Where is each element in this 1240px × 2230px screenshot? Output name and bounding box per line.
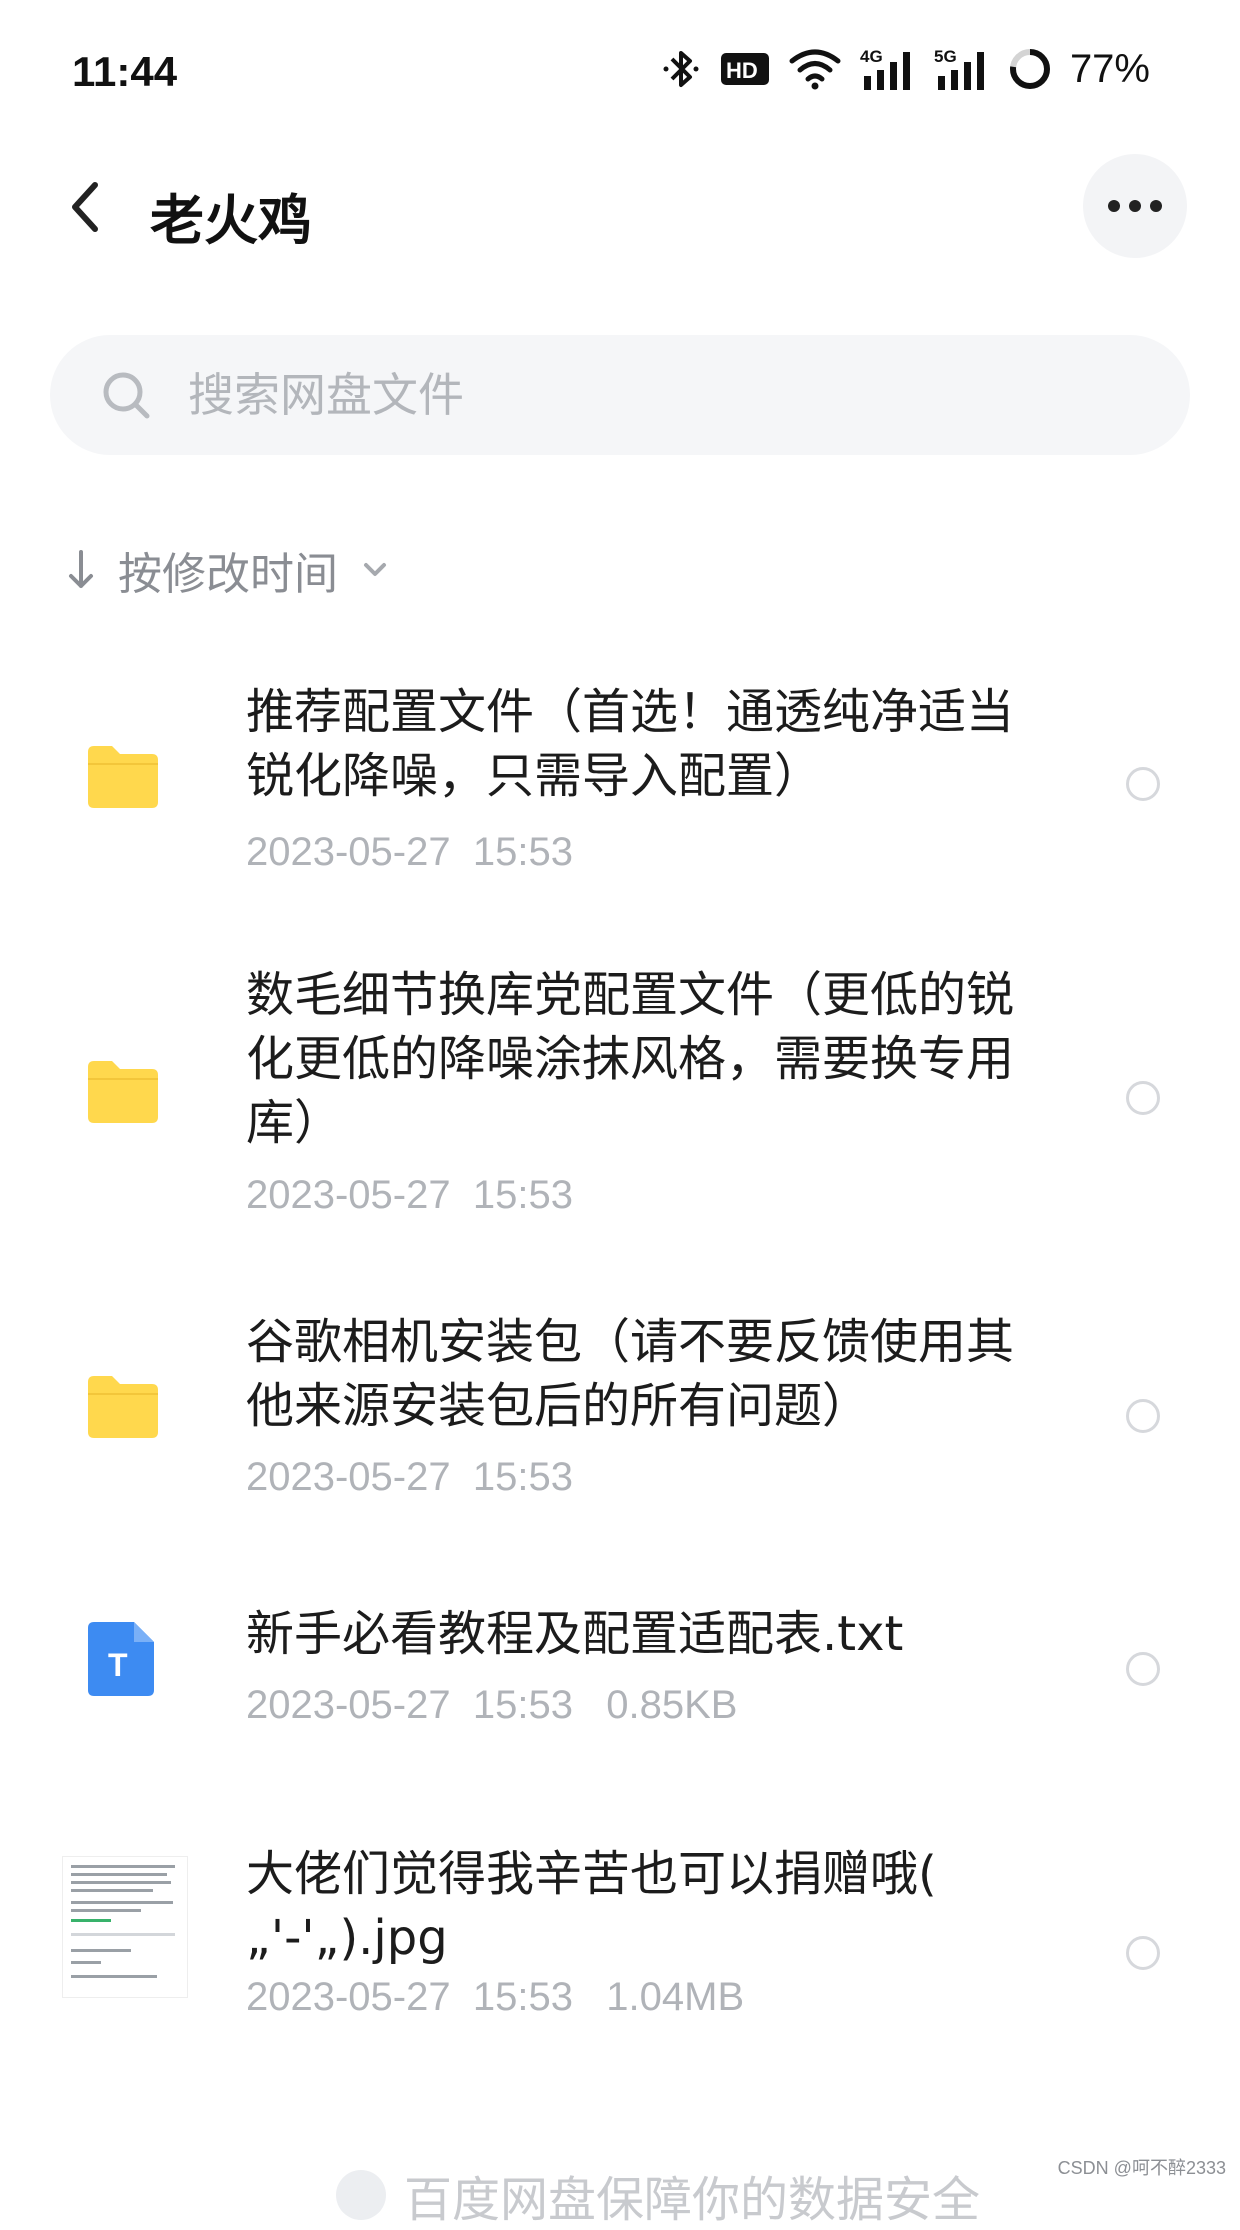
file-item[interactable]: T 新手必看教程及配置适配表.txt 2023-05-27 15:53 0.85…	[0, 1590, 1240, 1760]
search-bar[interactable]	[50, 335, 1190, 455]
select-checkbox[interactable]	[1126, 1399, 1160, 1433]
search-icon	[103, 372, 150, 419]
file-name: 大佬们觉得我辛苦也可以捐赠哦( „'-'„).jpg	[246, 1846, 937, 1966]
hd-icon: HD	[720, 53, 769, 85]
file-item[interactable]: 谷歌相机安装包（请不要反馈使用其他来源安装包后的所有问题） 2023-05-27…	[0, 1300, 1240, 1530]
folder-icon	[88, 1061, 158, 1123]
svg-text:4G: 4G	[860, 47, 883, 66]
select-checkbox[interactable]	[1126, 1936, 1160, 1970]
more-dots-icon	[1108, 200, 1162, 212]
sort-selector[interactable]: 按修改时间	[66, 538, 388, 602]
file-item[interactable]: 大佬们觉得我辛苦也可以捐赠哦( „'-'„).jpg 2023-05-27 15…	[0, 1840, 1240, 2030]
file-item[interactable]: 推荐配置文件（首选！通透纯净适当锐化降噪，只需导入配置） 2023-05-27 …	[0, 660, 1240, 910]
file-name: 数毛细节换库党配置文件（更低的锐化更低的降噪涂抹风格，需要换专用库）	[246, 967, 1015, 1151]
chevron-left-icon	[72, 182, 98, 232]
battery-percent: 77%	[1069, 46, 1150, 91]
file-meta: 2023-05-27 15:53	[246, 1173, 573, 1217]
file-meta: 2023-05-27 15:53	[246, 830, 573, 874]
folder-icon	[88, 746, 158, 808]
sort-label: 按修改时间	[118, 549, 338, 600]
arrow-down-icon	[69, 550, 93, 588]
file-meta: 2023-05-27 15:53 0.85KB	[246, 1683, 738, 1727]
file-item[interactable]: 数毛细节换库党配置文件（更低的锐化更低的降噪涂抹风格，需要换专用库） 2023-…	[0, 955, 1240, 1245]
status-bar: 11:44 HD 4G 5G 77%	[0, 0, 1240, 150]
signal-4g-icon: 4G	[860, 47, 910, 90]
wifi-icon	[789, 49, 841, 90]
file-name: 新手必看教程及配置适配表.txt	[246, 1606, 904, 1662]
image-thumbnail	[62, 1856, 188, 1998]
signal-5g-icon: 5G	[934, 47, 984, 90]
security-note: 百度网盘保障你的数据安全	[404, 2172, 981, 2228]
chevron-down-icon	[364, 563, 386, 576]
header: 老火鸡	[0, 150, 1240, 270]
status-icons: HD 4G 5G 77%	[662, 46, 1150, 92]
select-checkbox[interactable]	[1126, 1081, 1160, 1115]
svg-text:5G: 5G	[934, 47, 957, 66]
txt-file-icon: T	[88, 1622, 154, 1696]
shield-icon	[336, 2170, 386, 2220]
select-checkbox[interactable]	[1126, 1652, 1160, 1686]
file-meta: 2023-05-27 15:53	[246, 1455, 573, 1499]
folder-icon	[88, 1376, 158, 1438]
status-time: 11:44	[72, 48, 178, 95]
page-title: 老火鸡	[150, 189, 312, 252]
file-meta: 2023-05-27 15:53 1.04MB	[246, 1975, 745, 2019]
svg-text:T: T	[108, 1647, 128, 1683]
file-name: 推荐配置文件（首选！通透纯净适当锐化降噪，只需导入配置）	[246, 684, 1015, 804]
back-button[interactable]	[55, 172, 115, 242]
battery-ring-icon	[1009, 49, 1050, 89]
svg-text:HD: HD	[726, 58, 758, 83]
more-options-button[interactable]	[1083, 154, 1187, 258]
search-input[interactable]	[186, 367, 1090, 423]
select-checkbox[interactable]	[1126, 767, 1160, 801]
file-name: 谷歌相机安装包（请不要反馈使用其他来源安装包后的所有问题）	[246, 1314, 1015, 1434]
watermark: CSDN @呵不醉2333	[1057, 2158, 1226, 2178]
bluetooth-icon	[663, 51, 699, 87]
